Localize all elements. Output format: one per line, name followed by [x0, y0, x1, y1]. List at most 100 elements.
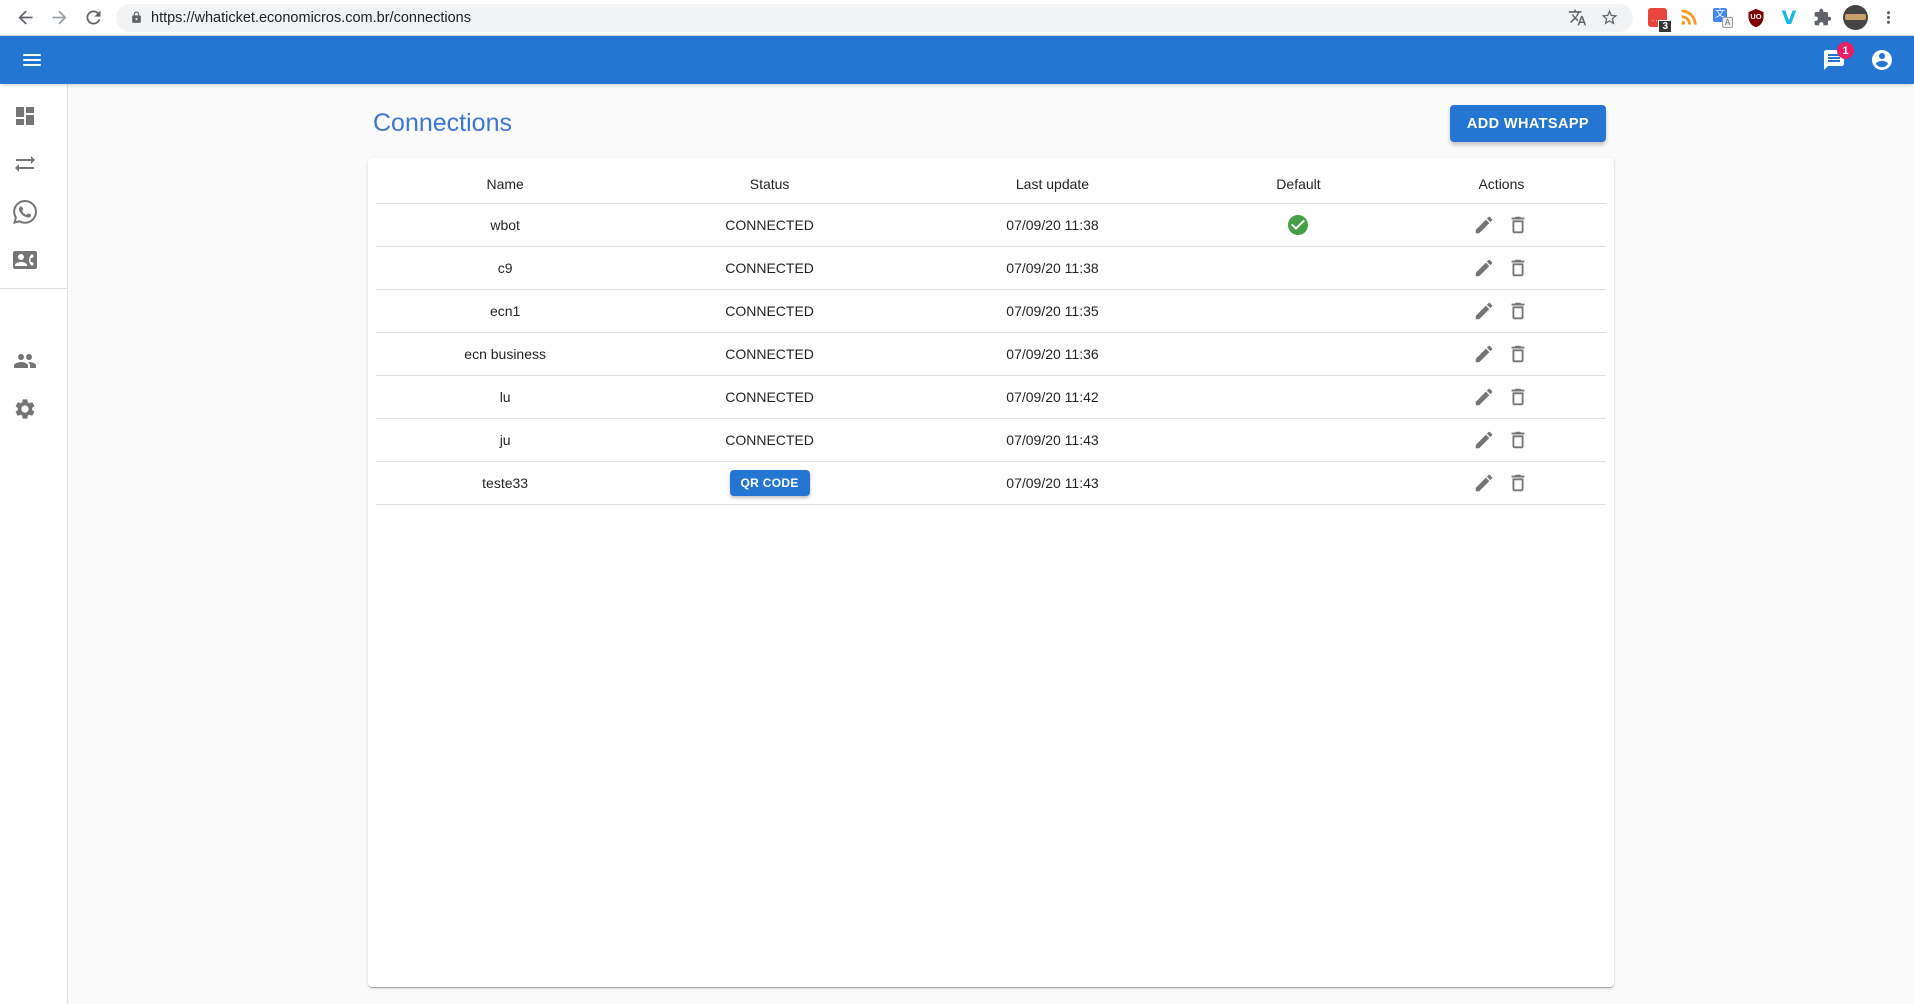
cell-default — [1200, 246, 1397, 289]
delete-trash-icon — [1507, 429, 1529, 451]
cell-last-update: 07/09/20 11:43 — [905, 461, 1200, 504]
column-header: Last update — [905, 166, 1200, 203]
svg-text:UO: UO — [1750, 11, 1761, 20]
cell-name: lu — [376, 375, 634, 418]
table-row: ecn business CONNECTED 07/09/20 11:36 — [376, 332, 1606, 375]
cell-status: QR CODE — [634, 461, 905, 504]
url-text: https://whaticket.economicros.com.br/con… — [151, 10, 1563, 26]
cell-default — [1200, 332, 1397, 375]
delete-trash-icon — [1507, 343, 1529, 365]
vimeo-extension-button[interactable]: V — [1775, 4, 1803, 32]
delete-button[interactable] — [1503, 425, 1533, 455]
profile-avatar — [1843, 5, 1868, 30]
notification-badge: 1 — [1837, 42, 1854, 59]
table-row: wbot CONNECTED 07/09/20 11:38 — [376, 203, 1606, 246]
menu-toggle-button[interactable] — [8, 36, 56, 84]
table-row: ju CONNECTED 07/09/20 11:43 — [376, 418, 1606, 461]
qr-code-button[interactable]: QR CODE — [730, 470, 810, 496]
table-row: lu CONNECTED 07/09/20 11:42 — [376, 375, 1606, 418]
browser-reload-button[interactable] — [76, 1, 110, 35]
delete-button[interactable] — [1503, 339, 1533, 369]
bookmark-star-button[interactable] — [1595, 4, 1623, 32]
edit-pencil-icon — [1473, 214, 1495, 236]
shield-icon: UO — [1746, 8, 1766, 28]
delete-button[interactable] — [1503, 296, 1533, 326]
cell-status: CONNECTED — [634, 246, 905, 289]
cell-name: ecn business — [376, 332, 634, 375]
account-button[interactable] — [1858, 36, 1906, 84]
edit-button[interactable] — [1469, 382, 1499, 412]
cell-actions — [1397, 332, 1606, 375]
cell-actions — [1397, 289, 1606, 332]
extensions-area: ... 3 文 A UO V — [1639, 4, 1906, 32]
ublock-extension-button[interactable]: UO — [1742, 4, 1770, 32]
sidebar-item-users[interactable] — [0, 337, 67, 385]
sidebar-item-dashboard[interactable] — [0, 92, 67, 140]
extensions-menu-button[interactable] — [1808, 4, 1836, 32]
compare-arrows-icon — [13, 152, 37, 176]
address-bar[interactable]: https://whaticket.economicros.com.br/con… — [116, 4, 1633, 32]
cell-status: CONNECTED — [634, 289, 905, 332]
extension-count-badge: 3 — [1658, 20, 1672, 33]
cell-actions — [1397, 461, 1606, 504]
table-row: teste33 QR CODE 07/09/20 11:43 — [376, 461, 1606, 504]
edit-button[interactable] — [1469, 468, 1499, 498]
puzzle-icon — [1813, 8, 1832, 27]
cell-name: wbot — [376, 203, 634, 246]
cell-default — [1200, 289, 1397, 332]
edit-button[interactable] — [1469, 425, 1499, 455]
rss-extension-button[interactable] — [1676, 4, 1704, 32]
delete-trash-icon — [1507, 386, 1529, 408]
messages-button[interactable]: 1 — [1810, 36, 1858, 84]
browser-forward-button[interactable] — [42, 1, 76, 35]
delete-trash-icon — [1507, 214, 1529, 236]
status-text: CONNECTED — [725, 217, 814, 233]
cell-status: CONNECTED — [634, 203, 905, 246]
people-icon — [13, 349, 37, 373]
browser-back-button[interactable] — [8, 1, 42, 35]
edit-button[interactable] — [1469, 253, 1499, 283]
translate-icon — [1568, 8, 1587, 27]
edit-button[interactable] — [1469, 339, 1499, 369]
connections-card: NameStatusLast updateDefaultActions wbot… — [368, 158, 1614, 987]
vimeo-icon: V — [1782, 7, 1797, 29]
cell-last-update: 07/09/20 11:36 — [905, 332, 1200, 375]
star-icon — [1600, 8, 1619, 27]
cell-status: CONNECTED — [634, 332, 905, 375]
google-translate-extension-button[interactable]: 文 A — [1709, 4, 1737, 32]
status-text: CONNECTED — [725, 389, 814, 405]
cell-default — [1200, 418, 1397, 461]
table-row: c9 CONNECTED 07/09/20 11:38 — [376, 246, 1606, 289]
cell-name: c9 — [376, 246, 634, 289]
extension-red-button[interactable]: ... 3 — [1643, 4, 1671, 32]
settings-gear-icon — [13, 397, 37, 421]
contact-phone-icon — [13, 248, 37, 272]
sidebar-item-tickets[interactable] — [0, 140, 67, 188]
cell-actions — [1397, 418, 1606, 461]
sidebar-item-contacts[interactable] — [0, 236, 67, 284]
delete-button[interactable] — [1503, 210, 1533, 240]
dashboard-icon — [13, 104, 37, 128]
browser-toolbar: https://whaticket.economicros.com.br/con… — [0, 0, 1914, 36]
page-title: Connections — [373, 109, 512, 138]
connections-table: NameStatusLast updateDefaultActions wbot… — [376, 166, 1606, 505]
edit-button[interactable] — [1469, 296, 1499, 326]
chrome-menu-button[interactable] — [1874, 4, 1902, 32]
cell-status: CONNECTED — [634, 375, 905, 418]
translate-page-button[interactable] — [1563, 4, 1591, 32]
sidebar — [0, 84, 68, 1004]
sidebar-item-connections[interactable] — [0, 188, 67, 236]
add-whatsapp-button[interactable]: ADD WHATSAPP — [1450, 105, 1606, 142]
more-vert-icon — [1879, 8, 1898, 27]
rss-icon — [1680, 8, 1700, 28]
delete-button[interactable] — [1503, 253, 1533, 283]
cell-default — [1200, 375, 1397, 418]
edit-button[interactable] — [1469, 210, 1499, 240]
status-text: CONNECTED — [725, 432, 814, 448]
chrome-profile-button[interactable] — [1841, 4, 1869, 32]
google-translate-icon: 文 A — [1713, 8, 1733, 28]
delete-button[interactable] — [1503, 382, 1533, 412]
sidebar-item-settings[interactable] — [0, 385, 67, 433]
delete-button[interactable] — [1503, 468, 1533, 498]
sidebar-divider — [0, 288, 67, 289]
